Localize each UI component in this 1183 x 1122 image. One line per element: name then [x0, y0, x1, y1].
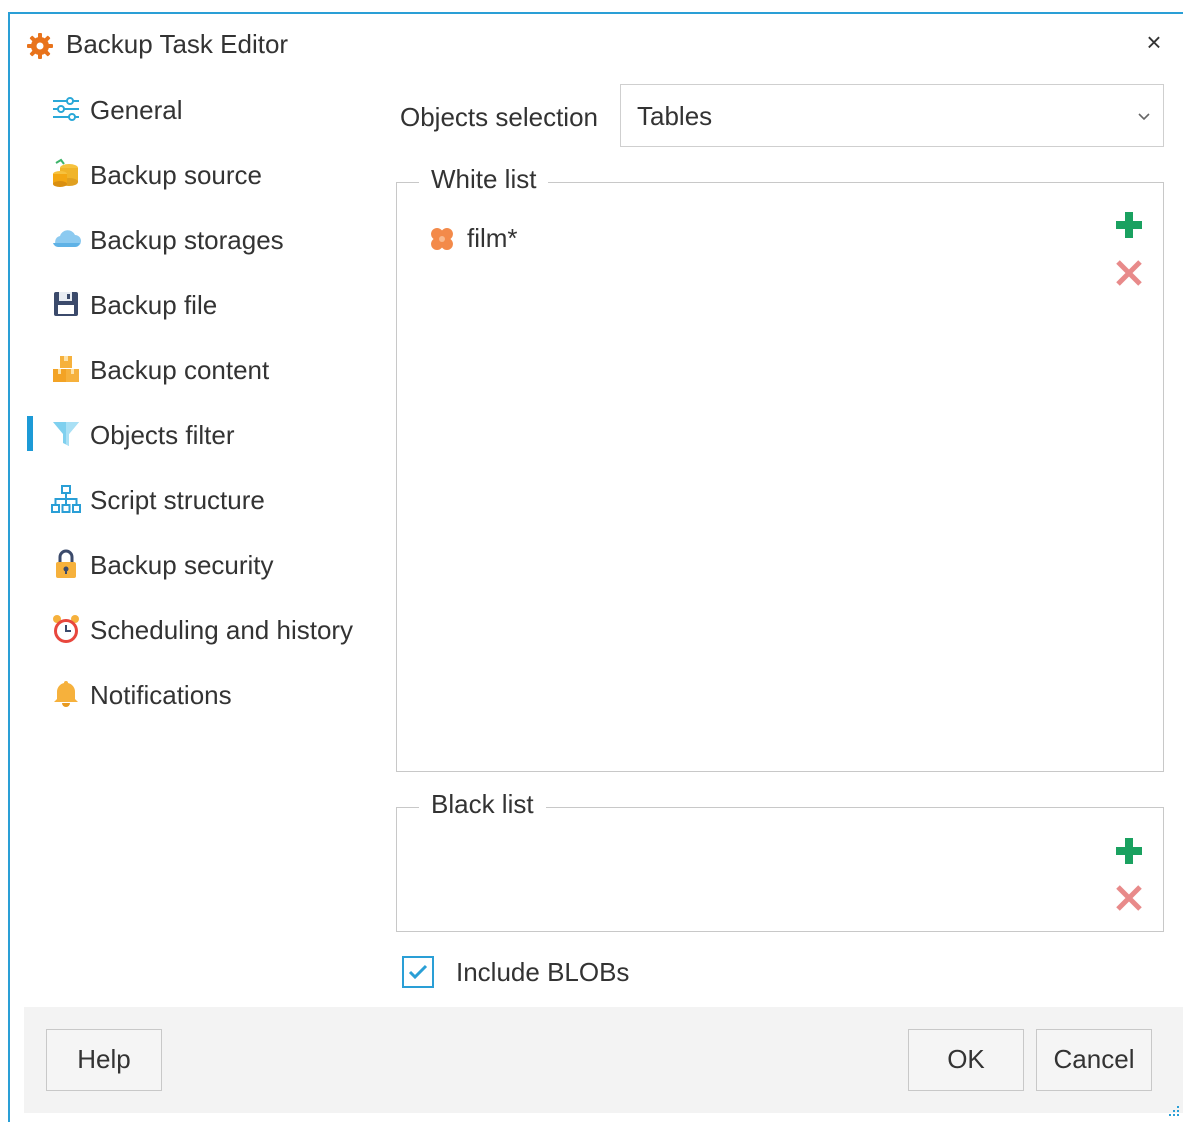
sidebar-item-label: Objects filter	[90, 420, 235, 450]
sidebar-item-backup-content[interactable]: Backup content	[10, 344, 380, 394]
boxes-icon	[53, 356, 79, 382]
white-list-legend: White list	[419, 164, 549, 195]
sidebar-item-label: Notifications	[90, 680, 232, 710]
sidebar-item-backup-security[interactable]: Backup security	[10, 539, 380, 589]
remove-black-list-item-button[interactable]	[1113, 882, 1145, 914]
sidebar-item-notifications[interactable]: Notifications	[10, 669, 380, 719]
backup-task-editor-window: Backup Task Editor × General Backup sour…	[8, 12, 1183, 1122]
cancel-button[interactable]: Cancel	[1036, 1029, 1152, 1091]
funnel-icon	[53, 422, 79, 446]
sidebar-item-label: Backup security	[90, 550, 274, 580]
padlock-icon	[56, 549, 76, 578]
white-list-item-name: film*	[467, 223, 518, 253]
sidebar-item-objects-filter[interactable]: Objects filter	[10, 409, 380, 459]
bell-icon	[54, 681, 78, 707]
ok-button[interactable]: OK	[908, 1029, 1024, 1091]
help-button[interactable]: Help	[46, 1029, 162, 1091]
gear-icon	[27, 33, 53, 59]
sidebar-item-backup-source[interactable]: Backup source	[10, 149, 380, 199]
cloud-icon	[53, 230, 81, 247]
sidebar-item-label: Backup source	[90, 160, 262, 190]
chevron-down-icon	[1138, 113, 1150, 121]
white-list-group: White list film*	[396, 164, 1164, 772]
objects-selection-label: Objects selection	[400, 102, 598, 132]
sidebar-item-backup-file[interactable]: Backup file	[10, 279, 380, 329]
sidebar-item-label: Script structure	[90, 485, 265, 515]
sidebar-nav: General Backup source Backup storages Ba…	[10, 76, 380, 736]
window-title: Backup Task Editor	[66, 29, 289, 59]
hierarchy-icon	[51, 485, 81, 513]
sidebar-item-label: Backup storages	[90, 225, 284, 255]
sidebar-item-label: Backup file	[90, 290, 218, 320]
sidebar-item-label: Scheduling and history	[90, 615, 354, 645]
dialog-footer: Help OK Cancel	[24, 1007, 1183, 1113]
selection-indicator	[27, 416, 33, 451]
puzzle-piece-icon	[431, 228, 453, 250]
black-list-legend: Black list	[419, 789, 546, 820]
sidebar-item-backup-storages[interactable]: Backup storages	[10, 214, 380, 264]
add-black-list-item-button[interactable]	[1113, 835, 1145, 867]
black-list-group: Black list	[396, 789, 1164, 932]
resize-grip-icon[interactable]	[1165, 1104, 1181, 1120]
close-button[interactable]: ×	[1139, 28, 1169, 58]
sidebar-item-general[interactable]: General	[10, 84, 380, 134]
title-bar: Backup Task Editor ×	[10, 14, 1183, 74]
objects-selection-dropdown[interactable]: Tables	[620, 84, 1164, 147]
sidebar-item-label: General	[90, 95, 183, 125]
include-blobs-checkbox[interactable]	[402, 956, 434, 988]
include-blobs-option[interactable]: Include BLOBs	[402, 954, 662, 990]
database-coins-icon	[53, 158, 78, 187]
sidebar-item-scheduling-and-history[interactable]: Scheduling and history	[10, 604, 380, 654]
add-white-list-item-button[interactable]	[1113, 209, 1145, 241]
include-blobs-label: Include BLOBs	[456, 957, 630, 987]
sliders-icon	[53, 97, 79, 121]
remove-white-list-item-button[interactable]	[1113, 257, 1145, 289]
objects-selection-value: Tables	[637, 101, 713, 131]
sidebar-item-label: Backup content	[90, 355, 270, 385]
checkmark-icon	[408, 964, 428, 980]
floppy-disk-icon	[54, 292, 78, 316]
alarm-clock-icon	[53, 615, 79, 643]
sidebar-item-script-structure[interactable]: Script structure	[10, 474, 380, 524]
